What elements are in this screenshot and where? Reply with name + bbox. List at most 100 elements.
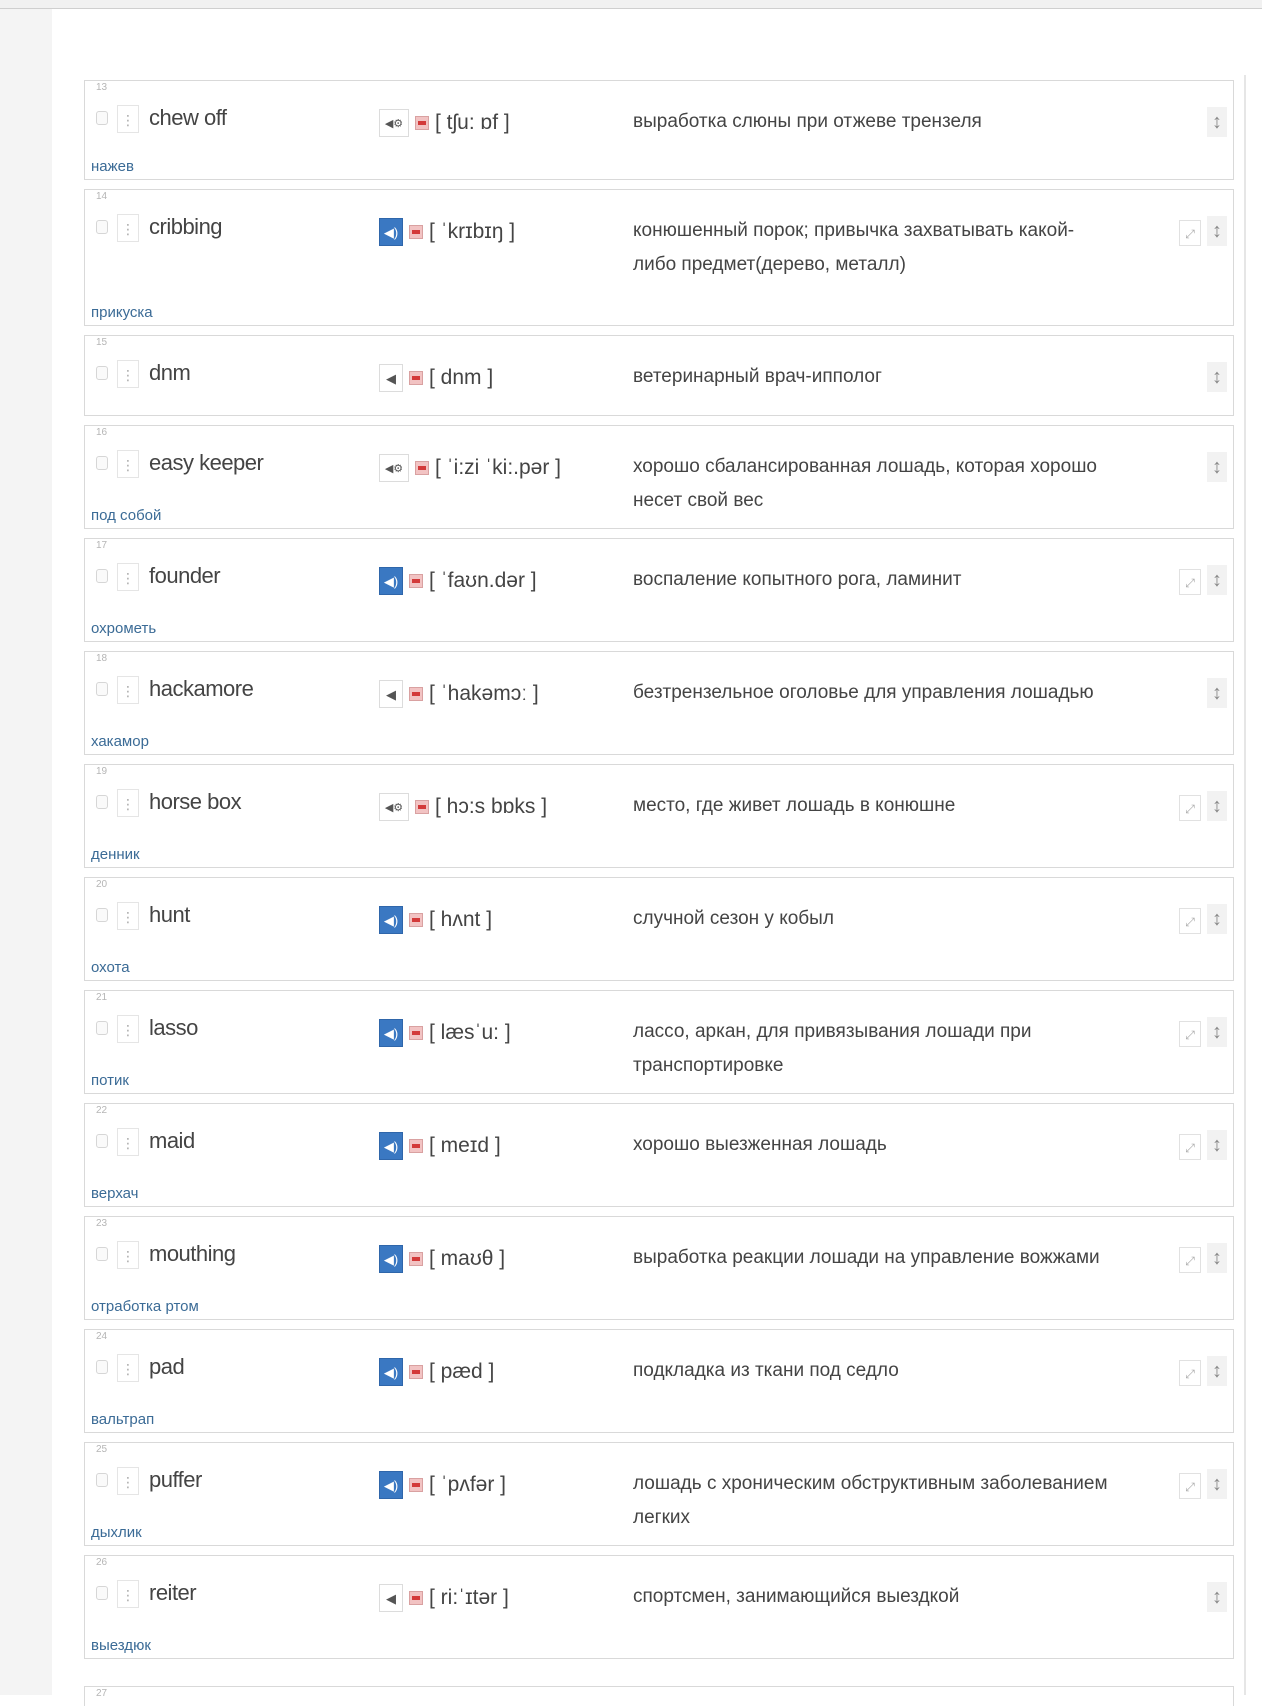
drag-handle-icon[interactable]: ⋮	[117, 360, 139, 388]
drag-handle-icon[interactable]: ⋮	[117, 1241, 139, 1269]
drag-handle-icon[interactable]: ⋮	[117, 214, 139, 242]
drag-handle-icon[interactable]: ⋮	[117, 1128, 139, 1156]
drag-handle-icon[interactable]: ⋮	[117, 563, 139, 591]
drag-handle-icon[interactable]: ⋮	[117, 1354, 139, 1382]
speaker-icon[interactable]: ◀)	[379, 218, 403, 246]
row-checkbox[interactable]	[96, 682, 108, 696]
edit-icon[interactable]: ⤢	[1179, 1360, 1201, 1386]
row-checkbox[interactable]	[96, 111, 108, 125]
drag-handle-icon[interactable]: ⋮	[117, 1467, 139, 1495]
word-definition: лассо, аркан, для привязывания лошади пр…	[633, 1021, 1032, 1076]
flag-icon[interactable]	[409, 225, 423, 239]
flag-icon[interactable]	[415, 116, 429, 130]
move-vertical-icon[interactable]: ↕	[1207, 1243, 1227, 1273]
move-vertical-icon[interactable]: ↕	[1207, 362, 1227, 392]
drag-handle-icon[interactable]: ⋮	[117, 902, 139, 930]
audio-controls: ◀) [ hʌnt ]	[379, 906, 492, 934]
move-vertical-icon[interactable]: ↕	[1207, 678, 1227, 708]
transcription: [ dnm ]	[429, 366, 494, 389]
speaker-icon[interactable]: ◀⚙	[379, 793, 409, 821]
word-term: cribbing	[149, 214, 223, 239]
flag-icon[interactable]	[409, 1478, 423, 1492]
row-checkbox[interactable]	[96, 456, 108, 470]
speaker-icon[interactable]: ◀)	[379, 1358, 403, 1386]
word-term: chew off	[149, 105, 227, 130]
speaker-icon[interactable]: ◀)	[379, 567, 403, 595]
transcription: [ ri:ˈɪtər ]	[429, 1586, 509, 1609]
drag-handle-icon[interactable]: ⋮	[117, 1580, 139, 1608]
flag-icon[interactable]	[409, 1365, 423, 1379]
transcription: [ ˈhakəmɔː ]	[429, 682, 539, 705]
top-toolbar	[0, 0, 1262, 9]
audio-controls: ◀) [ ˈpʌfər ]	[379, 1471, 506, 1499]
move-vertical-icon[interactable]: ↕	[1207, 107, 1227, 137]
speaker-icon[interactable]: ◀	[379, 680, 403, 708]
speaker-icon[interactable]: ◀)	[379, 1132, 403, 1160]
word-term: hackamore	[149, 676, 254, 701]
edit-icon[interactable]: ⤢	[1179, 1134, 1201, 1160]
move-vertical-icon[interactable]: ↕	[1207, 1582, 1227, 1612]
move-vertical-icon[interactable]: ↕	[1207, 565, 1227, 595]
edit-icon[interactable]: ⤢	[1179, 1021, 1201, 1047]
flag-icon[interactable]	[409, 1591, 423, 1605]
right-scroll-edge	[1244, 75, 1246, 1695]
speaker-icon[interactable]: ◀	[379, 1584, 403, 1612]
word-translation: вальтрап	[91, 1411, 155, 1428]
speaker-icon[interactable]: ◀⚙	[379, 454, 409, 482]
drag-handle-icon[interactable]: ⋮	[117, 789, 139, 817]
word-definition: выработка слюны при отжеве трензеля	[633, 111, 982, 132]
move-vertical-icon[interactable]: ↕	[1207, 791, 1227, 821]
row-checkbox[interactable]	[96, 1360, 108, 1374]
audio-controls: ◀⚙ [ hɔ:s bɒks ]	[379, 793, 547, 821]
transcription: [ hɔ:s bɒks ]	[435, 795, 548, 818]
row-checkbox[interactable]	[96, 1473, 108, 1487]
speaker-icon[interactable]: ◀)	[379, 1245, 403, 1273]
drag-handle-icon[interactable]: ⋮	[117, 1015, 139, 1043]
transcription: [ meɪd ]	[429, 1134, 501, 1157]
row-checkbox[interactable]	[96, 1134, 108, 1148]
edit-icon[interactable]: ⤢	[1179, 220, 1201, 246]
drag-handle-icon[interactable]: ⋮	[117, 105, 139, 133]
row-checkbox[interactable]	[96, 795, 108, 809]
speaker-icon[interactable]: ◀⚙	[379, 109, 409, 137]
edit-icon[interactable]: ⤢	[1179, 795, 1201, 821]
row-checkbox[interactable]	[96, 1021, 108, 1035]
move-vertical-icon[interactable]: ↕	[1207, 1130, 1227, 1160]
edit-icon[interactable]: ⤢	[1179, 1473, 1201, 1499]
flag-icon[interactable]	[409, 371, 423, 385]
flag-icon[interactable]	[409, 687, 423, 701]
edit-icon[interactable]: ⤢	[1179, 1247, 1201, 1273]
drag-handle-icon[interactable]: ⋮	[117, 676, 139, 704]
flag-icon[interactable]	[409, 1252, 423, 1266]
word-definition: безтрензельное оголовье для управления л…	[633, 682, 1094, 703]
flag-icon[interactable]	[409, 1026, 423, 1040]
move-vertical-icon[interactable]: ↕	[1207, 1017, 1227, 1047]
speaker-icon[interactable]: ◀)	[379, 906, 403, 934]
flag-icon[interactable]	[409, 1139, 423, 1153]
move-vertical-icon[interactable]: ↕	[1207, 1469, 1227, 1499]
move-vertical-icon[interactable]: ↕	[1207, 216, 1227, 246]
move-vertical-icon[interactable]: ↕	[1207, 904, 1227, 934]
word-definition: хорошо выезженная лошадь	[633, 1134, 887, 1155]
drag-handle-icon[interactable]: ⋮	[117, 450, 139, 478]
move-vertical-icon[interactable]: ↕	[1207, 452, 1227, 482]
flag-icon[interactable]	[415, 800, 429, 814]
row-checkbox[interactable]	[96, 1247, 108, 1261]
row-checkbox[interactable]	[96, 908, 108, 922]
row-checkbox[interactable]	[96, 366, 108, 380]
flag-icon[interactable]	[409, 574, 423, 588]
speaker-icon[interactable]: ◀)	[379, 1471, 403, 1499]
edit-icon[interactable]: ⤢	[1179, 908, 1201, 934]
flag-icon[interactable]	[409, 913, 423, 927]
row-checkbox[interactable]	[96, 569, 108, 583]
speaker-icon[interactable]: ◀	[379, 364, 403, 392]
word-term: founder	[149, 563, 221, 588]
word-translation: дыхлик	[91, 1524, 142, 1541]
move-vertical-icon[interactable]: ↕	[1207, 1356, 1227, 1386]
speaker-icon[interactable]: ◀)	[379, 1019, 403, 1047]
flag-icon[interactable]	[415, 461, 429, 475]
word-row: 19 ⋮ horse box ◀⚙ [ hɔ:s bɒks ] место, г…	[84, 764, 1234, 868]
row-checkbox[interactable]	[96, 220, 108, 234]
row-checkbox[interactable]	[96, 1586, 108, 1600]
edit-icon[interactable]: ⤢	[1179, 569, 1201, 595]
